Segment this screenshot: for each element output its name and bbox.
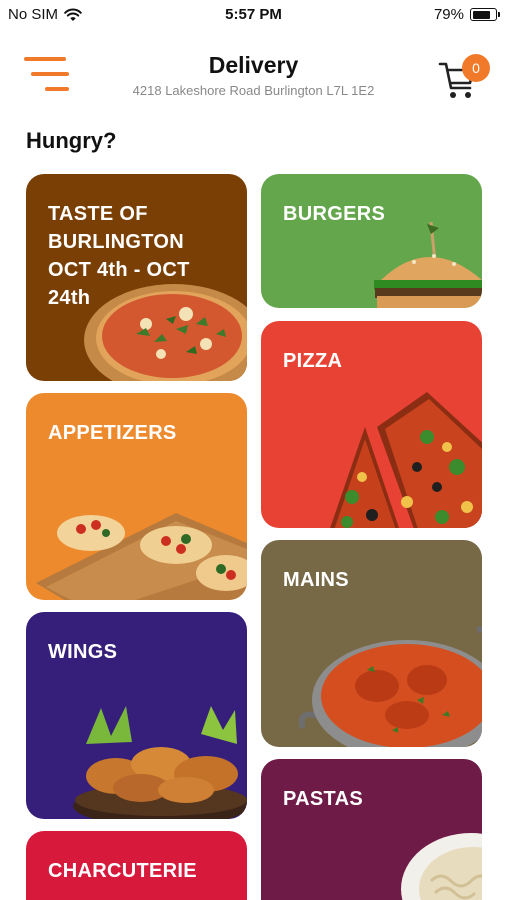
header: Delivery 4218 Lakeshore Road Burlington … [0,40,507,110]
page-title: Delivery [208,52,299,78]
category-label: CHARCUTERIE [48,860,197,882]
category-card-appetizers[interactable]: APPETIZERS [26,393,247,600]
section-heading: Hungry? [26,128,117,153]
category-card-wings[interactable]: WINGS [26,612,247,819]
curry-bowl-image [298,626,482,747]
category-label: WINGS [48,641,118,663]
status-bar: No SIM 5:57 PM 79% [0,0,507,30]
pizza-image [84,284,247,381]
category-card-pastas[interactable]: PASTAS [261,759,482,900]
wings-image [73,706,247,819]
delivery-address[interactable]: 4218 Lakeshore Road Burlington L7L 1E2 [0,83,507,98]
battery-fill [472,10,490,19]
category-label: PASTAS [283,788,363,810]
category-card-burgers[interactable]: BURGERS [261,174,482,308]
burger-image [374,222,482,308]
battery-icon [470,8,500,21]
category-card-charcuterie[interactable]: CHARCUTERIE [26,831,247,900]
category-card-pizza[interactable]: PIZZA [261,321,482,528]
bruschetta-image [36,513,247,600]
battery-percent: 79% [433,6,464,23]
pasta-plate-image [401,833,482,900]
cart-count-badge: 0 [462,54,490,82]
category-label: PIZZA [283,350,343,372]
category-label: APPETIZERS [48,422,177,444]
status-time: 5:57 PM [225,6,282,23]
category-card-taste-of-burlington[interactable]: TASTE OF BURLINGTON OCT 4th - OCT 24th [26,174,247,381]
status-right: 79% [433,6,500,23]
category-card-mains[interactable]: MAINS [261,540,482,747]
pizza-slices-image [330,392,482,528]
cart-button[interactable]: 0 [438,54,494,100]
category-label: MAINS [283,569,349,591]
